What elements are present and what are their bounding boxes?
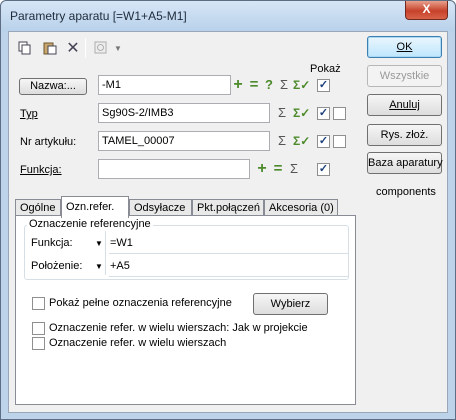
anuluj-button-label: Anuluj: [389, 99, 420, 111]
wybierz-button-label: Wybierz: [270, 298, 311, 310]
tab-pkt-polaczen-label: Pkt.połączeń: [197, 202, 260, 214]
ok-button[interactable]: OK: [367, 36, 442, 58]
funkcja-input[interactable]: [98, 159, 250, 179]
sum-check-icon[interactable]: Σ✓: [293, 105, 310, 121]
paste-icon[interactable]: [42, 40, 58, 56]
sum-icon[interactable]: Σ: [287, 161, 301, 177]
delete-icon[interactable]: ✕: [65, 40, 81, 57]
pokaz-pelne-label: Pokaż pełne oznaczenia referencyjne: [49, 297, 232, 309]
window-title: Parametry aparatu [=W1+A5-M1]: [10, 9, 187, 23]
funkcja-ref-value[interactable]: =W1: [110, 237, 133, 249]
tab-odsylacze-label: Odsyłacze: [134, 202, 186, 214]
group-title: Oznaczenie referencyjne: [27, 218, 153, 230]
wiele-jak-label: Oznaczenie refer. w wielu wierszach: Jak…: [49, 322, 308, 334]
wszystkie-button-label: Wszystkie: [379, 70, 430, 82]
component-icon[interactable]: [93, 40, 109, 56]
help-icon[interactable]: ?: [262, 77, 276, 93]
wiele-jak-checkbox[interactable]: [32, 322, 45, 335]
nazwa-show-checkbox[interactable]: ✓: [317, 79, 330, 92]
nr-artykulu-extra-checkbox[interactable]: [333, 135, 346, 148]
wszystkie-button[interactable]: Wszystkie: [367, 65, 442, 87]
tab-akcesoria-label: Akcesoria (0): [269, 202, 334, 214]
sum-check-icon[interactable]: Σ✓: [293, 77, 310, 93]
pokaz-pelne-checkbox[interactable]: [32, 297, 45, 310]
sum-icon[interactable]: Σ: [275, 133, 289, 149]
close-icon: X: [422, 2, 431, 16]
dropdown-arrow-icon[interactable]: ▼: [113, 40, 123, 56]
pokaz-header: Pokaż: [310, 63, 341, 75]
nr-artykulu-input[interactable]: TAMEL_00007: [98, 131, 270, 151]
equals-icon[interactable]: =: [271, 161, 285, 177]
chevron-down-icon[interactable]: ▼: [95, 239, 103, 248]
nr-artykulu-label: Nr artykułu:: [20, 136, 77, 148]
chevron-down-icon[interactable]: ▼: [95, 262, 103, 271]
typ-extra-checkbox[interactable]: [333, 107, 346, 120]
add-icon[interactable]: +: [255, 161, 269, 177]
wiele-checkbox[interactable]: [32, 337, 45, 350]
group-separator: [105, 231, 106, 275]
tab-ogolne-label: Ogólne: [20, 202, 56, 214]
wiele-label: Oznaczenie refer. w wielu wierszach: [49, 337, 227, 349]
polozenie-ref-label: Położenie:: [31, 260, 83, 272]
add-icon[interactable]: +: [231, 77, 245, 93]
nazwa-input[interactable]: -M1: [98, 75, 231, 95]
dialog-window: Parametry aparatu [=W1+A5-M1] X ✕ ▼ Poka…: [0, 0, 456, 420]
typ-show-checkbox[interactable]: ✓: [317, 107, 330, 120]
funkcja-label: Funkcja:: [20, 164, 62, 176]
sum-icon[interactable]: Σ: [275, 105, 289, 121]
funkcja-show-checkbox[interactable]: ✓: [317, 163, 330, 176]
typ-input[interactable]: Sg90S-2/IMB3: [98, 103, 270, 123]
close-button[interactable]: X: [405, 1, 448, 20]
anuluj-button[interactable]: Anuluj: [367, 94, 442, 116]
toolbar-separator: [85, 38, 86, 58]
nazwa-button[interactable]: Nazwa:...: [19, 78, 87, 95]
baza-aparatury-button-label: Baza aparatury: [368, 157, 443, 169]
sum-check-icon[interactable]: Σ✓: [293, 133, 310, 149]
components-label: components: [376, 186, 436, 198]
rys-zloz-button-label: Rys. złoż.: [380, 129, 429, 141]
wybierz-button[interactable]: Wybierz: [253, 293, 328, 315]
equals-icon[interactable]: =: [247, 77, 261, 93]
ok-button-label: OK: [396, 41, 413, 53]
value-underline: [109, 276, 349, 277]
tab-ozn-refer[interactable]: Ozn.refer.: [61, 196, 129, 218]
title-bar[interactable]: Parametry aparatu [=W1+A5-M1] X: [1, 1, 455, 31]
rys-zloz-button[interactable]: Rys. złoż.: [367, 124, 442, 146]
nazwa-button-label: Nazwa:...: [30, 80, 76, 92]
typ-label: Typ: [20, 108, 38, 120]
tab-ozn-refer-label: Ozn.refer.: [66, 201, 115, 213]
copy-icon[interactable]: [17, 40, 33, 56]
nr-artykulu-show-checkbox[interactable]: ✓: [317, 135, 330, 148]
dialog-client: ✕ ▼ Pokaż Nazwa:... -M1 + = ? Σ Σ✓ ✓ Typ…: [8, 31, 448, 413]
tab-panel-ozn-refer: Oznaczenie referencyjne Funkcja: ▼ Położ…: [15, 215, 356, 405]
value-underline: [109, 253, 349, 254]
funkcja-ref-label: Funkcja:: [31, 237, 73, 249]
baza-aparatury-button[interactable]: Baza aparatury: [367, 152, 443, 174]
polozenie-ref-value[interactable]: +A5: [110, 260, 130, 272]
reference-group: Oznaczenie referencyjne Funkcja: ▼ Położ…: [24, 218, 349, 280]
sum-icon[interactable]: Σ: [277, 77, 291, 93]
